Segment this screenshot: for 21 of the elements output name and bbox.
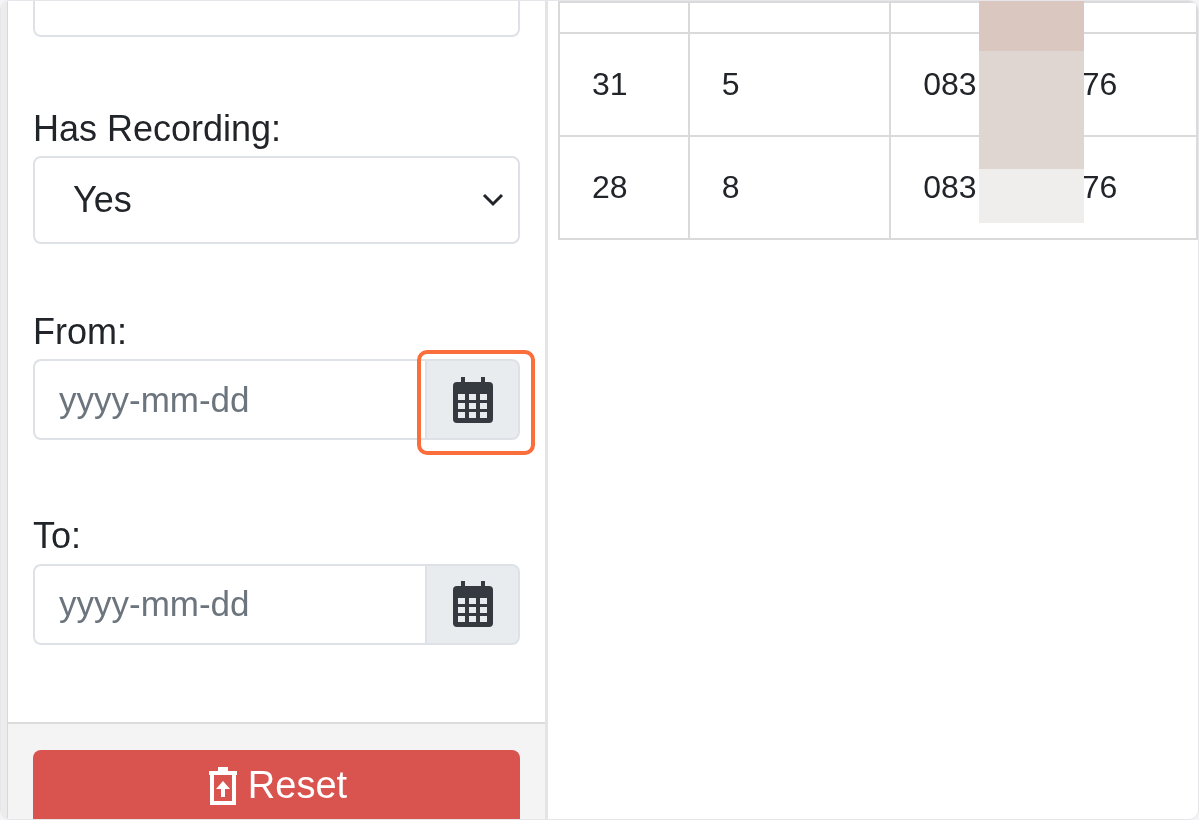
calendar-button[interactable] [425,359,520,441]
table-cell: 5 [688,33,891,136]
phone-start: 083 [923,169,977,206]
field-label: To: [33,514,83,558]
field-label: From: [33,310,128,354]
reset-button[interactable]: Reset [33,750,520,819]
phone-end: 76 [1081,169,1118,206]
calendar-button[interactable] [425,563,520,645]
table-cell: 31 [559,33,689,136]
table-cell: 28 [559,136,689,239]
date-field[interactable]: yyyy-mm-dd [33,563,425,645]
phone-end: 76 [1081,66,1118,103]
field-label: Has Recording: [33,107,283,151]
chevron-down-icon [482,193,504,208]
phone-start: 083 [923,66,977,103]
recording-select[interactable]: Yes [33,156,520,245]
date-field[interactable]: yyyy-mm-dd [33,359,425,441]
text-field[interactable] [33,1,520,37]
calendar-icon [452,581,493,628]
table-cell: 8 [688,136,891,239]
calendar-icon [452,376,493,423]
